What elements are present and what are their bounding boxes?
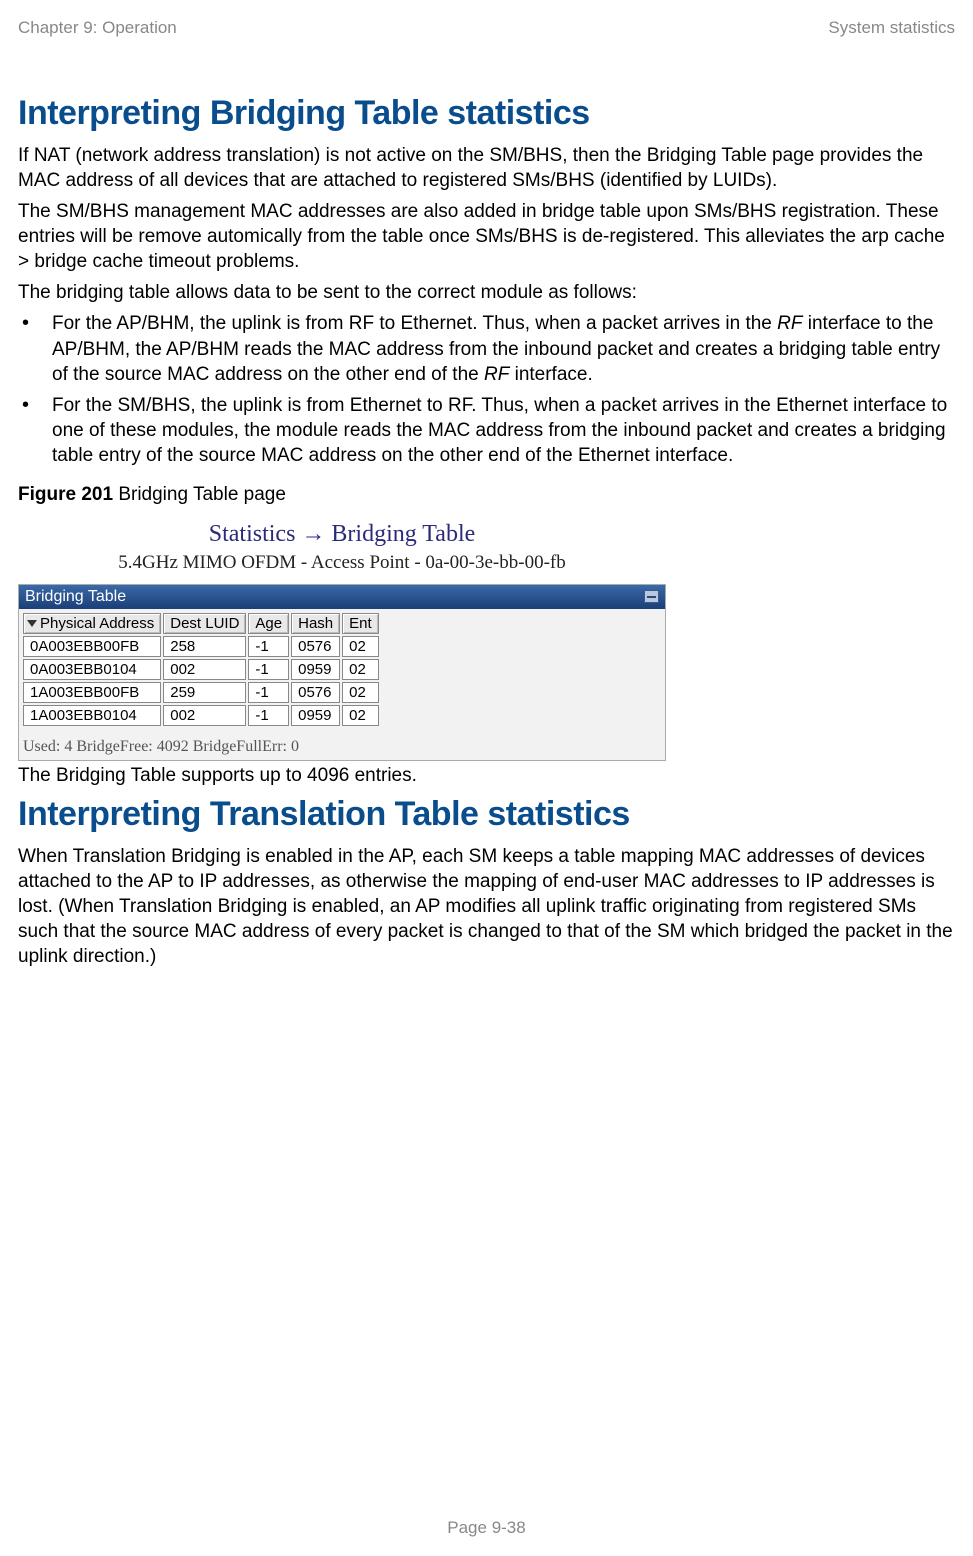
section2-p1: When Translation Bridging is enabled in …: [18, 844, 955, 969]
section1-p3: The bridging table allows data to be sen…: [18, 280, 955, 305]
section1-p2: The SM/BHS management MAC addresses are …: [18, 199, 955, 274]
col-age[interactable]: Age: [248, 613, 289, 634]
section1-title: Interpreting Bridging Table statistics: [18, 94, 955, 133]
bullet-1-text: For the AP/BHM, the uplink is from RF to…: [52, 311, 955, 386]
table-row: 1A003EBB0104 002 -1 0959 02: [23, 705, 379, 726]
table-wrap: Physical Address Dest LUID Age Hash Ent …: [19, 609, 665, 730]
cell: 0A003EBB0104: [23, 659, 161, 680]
collapse-icon[interactable]: [644, 590, 659, 603]
table-header-row: Physical Address Dest LUID Age Hash Ent: [23, 613, 379, 634]
cell: 002: [163, 659, 246, 680]
bullet-2-text: For the SM/BHS, the uplink is from Ether…: [52, 393, 955, 468]
figure-title-left: Statistics: [209, 521, 302, 547]
figure-area: Statistics → Bridging Table 5.4GHz MIMO …: [18, 512, 666, 761]
table-row: 0A003EBB0104 002 -1 0959 02: [23, 659, 379, 680]
col-physical-address[interactable]: Physical Address: [23, 613, 161, 634]
table-row: 1A003EBB00FB 259 -1 0576 02: [23, 682, 379, 703]
header-left: Chapter 9: Operation: [18, 18, 177, 38]
col-dest-luid[interactable]: Dest LUID: [163, 613, 246, 634]
cell: 0A003EBB00FB: [23, 636, 161, 657]
cell: -1: [248, 636, 289, 657]
arrow-icon: →: [301, 520, 325, 547]
table-row: 0A003EBB00FB 258 -1 0576 02: [23, 636, 379, 657]
bullet-dot-icon: •: [22, 311, 52, 335]
bullet-2: • For the SM/BHS, the uplink is from Eth…: [22, 393, 955, 468]
cell: -1: [248, 659, 289, 680]
figure-caption-bold: Figure 201: [18, 484, 113, 505]
bullet-1-e: interface.: [509, 364, 592, 385]
panel-header: Bridging Table: [19, 585, 665, 609]
cell: 0576: [291, 682, 340, 703]
figure-title: Statistics → Bridging Table: [18, 512, 666, 552]
figure-subtitle: 5.4GHz MIMO OFDM - Access Point - 0a-00-…: [18, 552, 666, 584]
after-figure-text: The Bridging Table supports up to 4096 e…: [18, 765, 955, 787]
figure-caption: Figure 201 Bridging Table page: [18, 484, 955, 506]
cell: 258: [163, 636, 246, 657]
figure-caption-rest: Bridging Table page: [113, 484, 286, 505]
cell: 02: [342, 682, 379, 703]
section1-p1: If NAT (network address translation) is …: [18, 143, 955, 193]
cell: 0959: [291, 659, 340, 680]
cell: 02: [342, 659, 379, 680]
cell: -1: [248, 682, 289, 703]
cell: 002: [163, 705, 246, 726]
figure-title-right: Bridging Table: [325, 521, 475, 547]
bullet-1: • For the AP/BHM, the uplink is from RF …: [22, 311, 955, 386]
page-footer: Page 9-38: [0, 1518, 973, 1538]
col-hash[interactable]: Hash: [291, 613, 340, 634]
cell: 0959: [291, 705, 340, 726]
page-header: Chapter 9: Operation System statistics: [18, 0, 955, 38]
cell: 1A003EBB0104: [23, 705, 161, 726]
header-right: System statistics: [828, 18, 955, 38]
bridging-table-panel: Bridging Table Physical Address Dest LUI…: [18, 584, 666, 761]
bullet-1-b: RF: [777, 313, 802, 334]
cell: 0576: [291, 636, 340, 657]
cell: 1A003EBB00FB: [23, 682, 161, 703]
section2-title: Interpreting Translation Table statistic…: [18, 795, 955, 834]
bridging-table: Physical Address Dest LUID Age Hash Ent …: [21, 611, 381, 728]
cell: 259: [163, 682, 246, 703]
bullet-list: • For the AP/BHM, the uplink is from RF …: [22, 311, 955, 467]
bullet-1-d: RF: [484, 364, 509, 385]
panel-title: Bridging Table: [25, 588, 126, 606]
panel-footer: Used: 4 BridgeFree: 4092 BridgeFullErr: …: [19, 730, 665, 760]
bullet-1-a: For the AP/BHM, the uplink is from RF to…: [52, 313, 777, 334]
cell: 02: [342, 705, 379, 726]
col-ent[interactable]: Ent: [342, 613, 379, 634]
cell: 02: [342, 636, 379, 657]
bullet-dot-icon: •: [22, 393, 52, 417]
cell: -1: [248, 705, 289, 726]
